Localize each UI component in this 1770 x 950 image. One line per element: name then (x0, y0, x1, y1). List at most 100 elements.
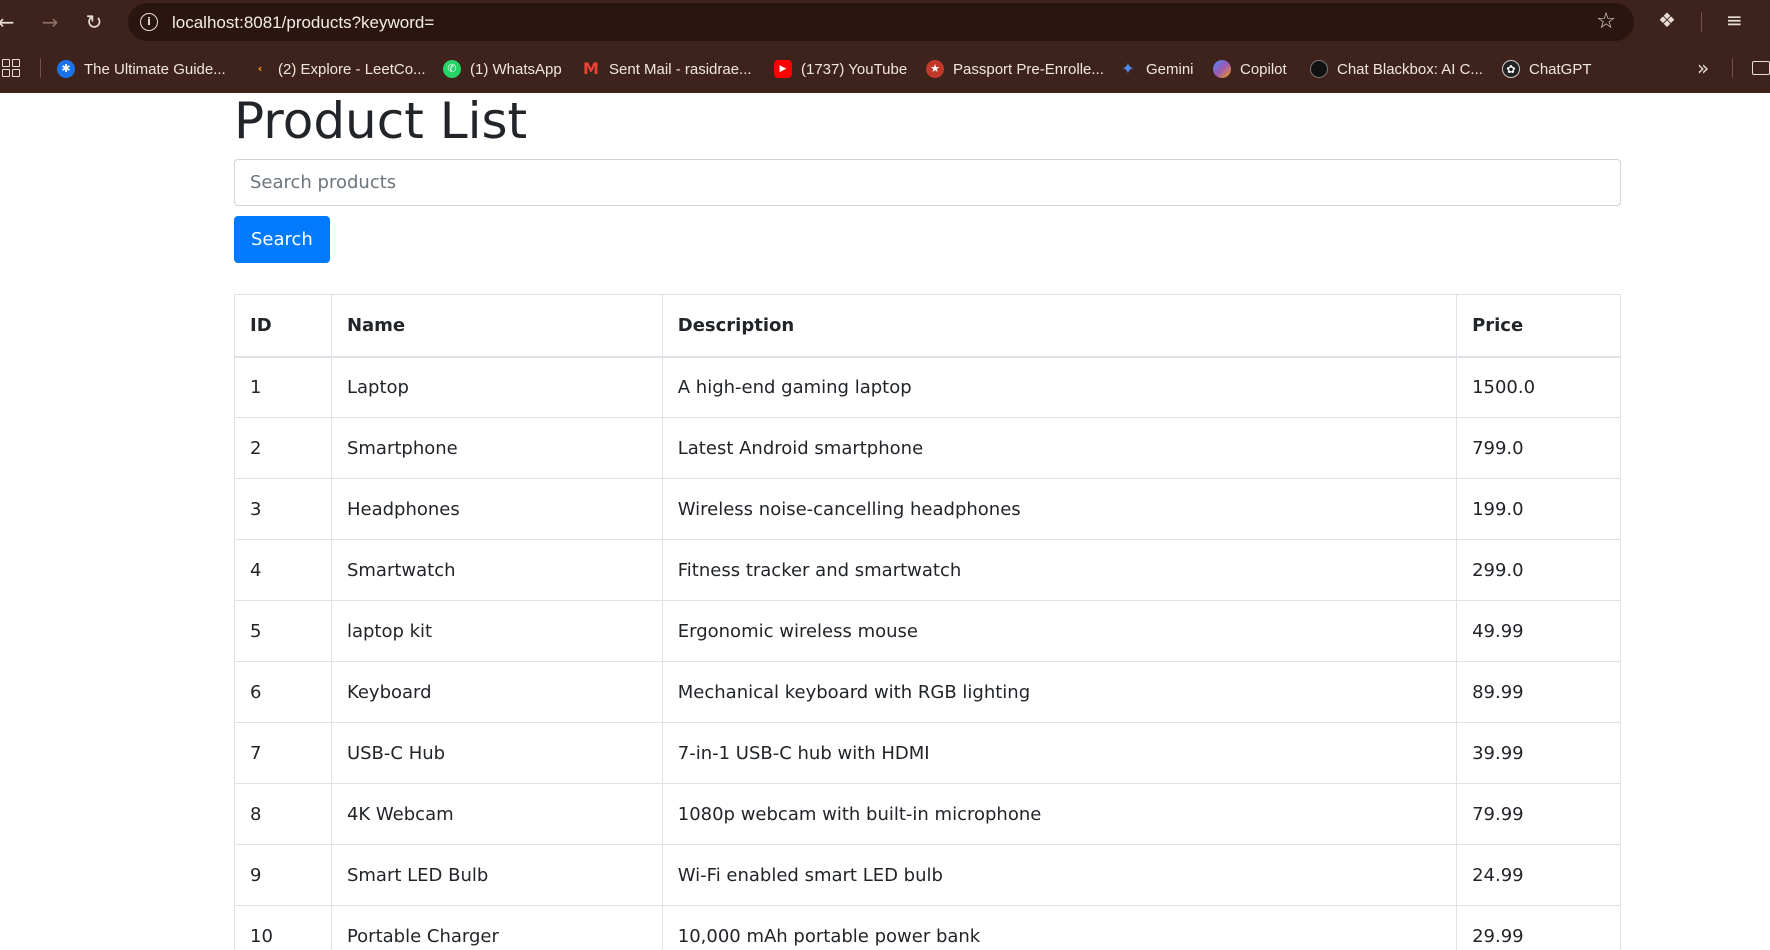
copilot-icon (1213, 60, 1231, 78)
bookmark-item[interactable]: ✿ ChatGPT (1502, 57, 1592, 81)
column-header-name: Name (330, 294, 663, 358)
bookmark-item[interactable]: ★ Passport Pre-Enrolle... (926, 57, 1104, 81)
browser-chrome: ← → ↻ i localhost:8081/products?keyword=… (0, 0, 1770, 93)
cell-price: 89.99 (1456, 661, 1621, 723)
bookmark-item[interactable]: M Sent Mail - rasidrae... (582, 57, 752, 81)
bookmark-item[interactable]: ‹ (2) Explore - LeetCo... (251, 57, 426, 81)
bookmark-item[interactable]: ▶ (1737) YouTube (774, 57, 907, 81)
cell-id: 3 (234, 478, 332, 540)
cell-price: 24.99 (1456, 844, 1621, 906)
table-row: 5 laptop kit Ergonomic wireless mouse 49… (234, 600, 1621, 662)
youtube-icon: ▶ (774, 60, 792, 78)
bookmark-label: (1) WhatsApp (470, 60, 562, 78)
address-url[interactable]: localhost:8081/products?keyword= (172, 13, 434, 33)
cell-name: Smartwatch (330, 539, 663, 601)
bookmark-item[interactable]: ✆ (1) WhatsApp (443, 57, 562, 81)
cell-name: Headphones (330, 478, 663, 540)
chevron-double-right-icon[interactable]: » (1697, 56, 1709, 80)
bluetooth-icon: ✱ (57, 60, 75, 78)
cell-price: 799.0 (1456, 417, 1621, 479)
cell-id: 7 (234, 722, 332, 784)
gmail-icon: M (583, 59, 599, 78)
page-content: Product List Search ID Name Description … (234, 93, 1621, 950)
folder-icon[interactable] (1752, 61, 1770, 75)
table-row: 1 Laptop A high-end gaming laptop 1500.0 (234, 356, 1621, 418)
cell-name: laptop kit (330, 600, 663, 662)
column-header-id: ID (234, 294, 332, 358)
site-info-icon[interactable]: i (140, 13, 158, 31)
table-row: 2 Smartphone Latest Android smartphone 7… (234, 417, 1621, 479)
forward-arrow-icon[interactable]: → (36, 8, 64, 36)
bookmarks-divider (40, 58, 41, 78)
table-row: 9 Smart LED Bulb Wi-Fi enabled smart LED… (234, 844, 1621, 906)
leetcode-icon: ‹ (257, 62, 263, 75)
cell-name: Laptop (330, 356, 663, 418)
cell-name: USB-C Hub (330, 722, 663, 784)
cell-name: Keyboard (330, 661, 663, 723)
bookmark-label: Chat Blackbox: AI C... (1337, 60, 1483, 78)
bookmark-label: (2) Explore - LeetCo... (278, 60, 426, 78)
cell-name: Smart LED Bulb (330, 844, 663, 906)
table-row: 6 Keyboard Mechanical keyboard with RGB … (234, 661, 1621, 723)
cell-description: A high-end gaming laptop (661, 356, 1458, 418)
table-row: 8 4K Webcam 1080p webcam with built-in m… (234, 783, 1621, 845)
bookmark-item[interactable]: ✦ Gemini (1119, 57, 1193, 81)
column-header-price: Price (1456, 294, 1621, 358)
bookmark-label: Passport Pre-Enrolle... (953, 60, 1104, 78)
bookmark-item[interactable]: ✱ The Ultimate Guide... (57, 57, 226, 81)
cell-name: Smartphone (330, 417, 663, 479)
cell-id: 6 (234, 661, 332, 723)
cell-description: Wi-Fi enabled smart LED bulb (661, 844, 1458, 906)
cell-price: 299.0 (1456, 539, 1621, 601)
bookmark-label: Sent Mail - rasidrae... (609, 60, 752, 78)
bookmark-item[interactable]: Copilot (1213, 57, 1287, 81)
blackbox-icon (1310, 60, 1328, 78)
cell-id: 10 (234, 905, 332, 950)
page-title: Product List (234, 92, 528, 150)
table-row: 3 Headphones Wireless noise-cancelling h… (234, 478, 1621, 540)
cell-name: 4K Webcam (330, 783, 663, 845)
cell-id: 2 (234, 417, 332, 479)
cell-description: 10,000 mAh portable power bank (661, 905, 1458, 950)
cell-id: 4 (234, 539, 332, 601)
bookmark-label: Copilot (1240, 60, 1287, 78)
search-button[interactable]: Search (234, 216, 330, 263)
bookmark-star-icon[interactable]: ☆ (1596, 9, 1616, 34)
cell-description: Ergonomic wireless mouse (661, 600, 1458, 662)
cell-price: 49.99 (1456, 600, 1621, 662)
extensions-icon[interactable]: ❖ (1658, 8, 1676, 32)
gemini-icon: ✦ (1121, 59, 1135, 78)
bookmark-label: ChatGPT (1529, 60, 1592, 78)
reload-icon[interactable]: ↻ (80, 8, 108, 36)
table-row: 4 Smartwatch Fitness tracker and smartwa… (234, 539, 1621, 601)
apps-grid-icon[interactable] (2, 59, 20, 77)
address-bar[interactable]: i localhost:8081/products?keyword= ☆ (128, 3, 1634, 41)
chatgpt-icon: ✿ (1502, 60, 1520, 78)
products-table: ID Name Description Price 1 Laptop A hig… (234, 294, 1621, 950)
toolbar-divider (1701, 12, 1702, 32)
cell-description: Mechanical keyboard with RGB lighting (661, 661, 1458, 723)
cell-description: 7-in-1 USB-C hub with HDMI (661, 722, 1458, 784)
reading-list-icon[interactable]: ≡ (1726, 8, 1743, 32)
bookmark-item[interactable]: Chat Blackbox: AI C... (1310, 57, 1483, 81)
cell-description: Latest Android smartphone (661, 417, 1458, 479)
whatsapp-icon: ✆ (443, 60, 461, 78)
cell-description: Wireless noise-cancelling headphones (661, 478, 1458, 540)
table-header-row: ID Name Description Price (234, 294, 1621, 358)
cell-name: Portable Charger (330, 905, 663, 950)
cell-id: 1 (234, 356, 332, 418)
search-input[interactable] (234, 159, 1621, 206)
cell-id: 5 (234, 600, 332, 662)
cell-price: 1500.0 (1456, 356, 1621, 418)
cell-description: Fitness tracker and smartwatch (661, 539, 1458, 601)
back-arrow-icon[interactable]: ← (0, 8, 20, 36)
table-row: 7 USB-C Hub 7-in-1 USB-C hub with HDMI 3… (234, 722, 1621, 784)
bookmark-label: The Ultimate Guide... (84, 60, 226, 78)
table-row: 10 Portable Charger 10,000 mAh portable … (234, 905, 1621, 950)
cell-description: 1080p webcam with built-in microphone (661, 783, 1458, 845)
bookmarks-bar: ✱ The Ultimate Guide... ‹ (2) Explore - … (0, 56, 1770, 82)
bookmark-label: (1737) YouTube (801, 60, 908, 78)
bookmarks-divider (1732, 58, 1733, 78)
cell-id: 8 (234, 783, 332, 845)
cell-price: 79.99 (1456, 783, 1621, 845)
